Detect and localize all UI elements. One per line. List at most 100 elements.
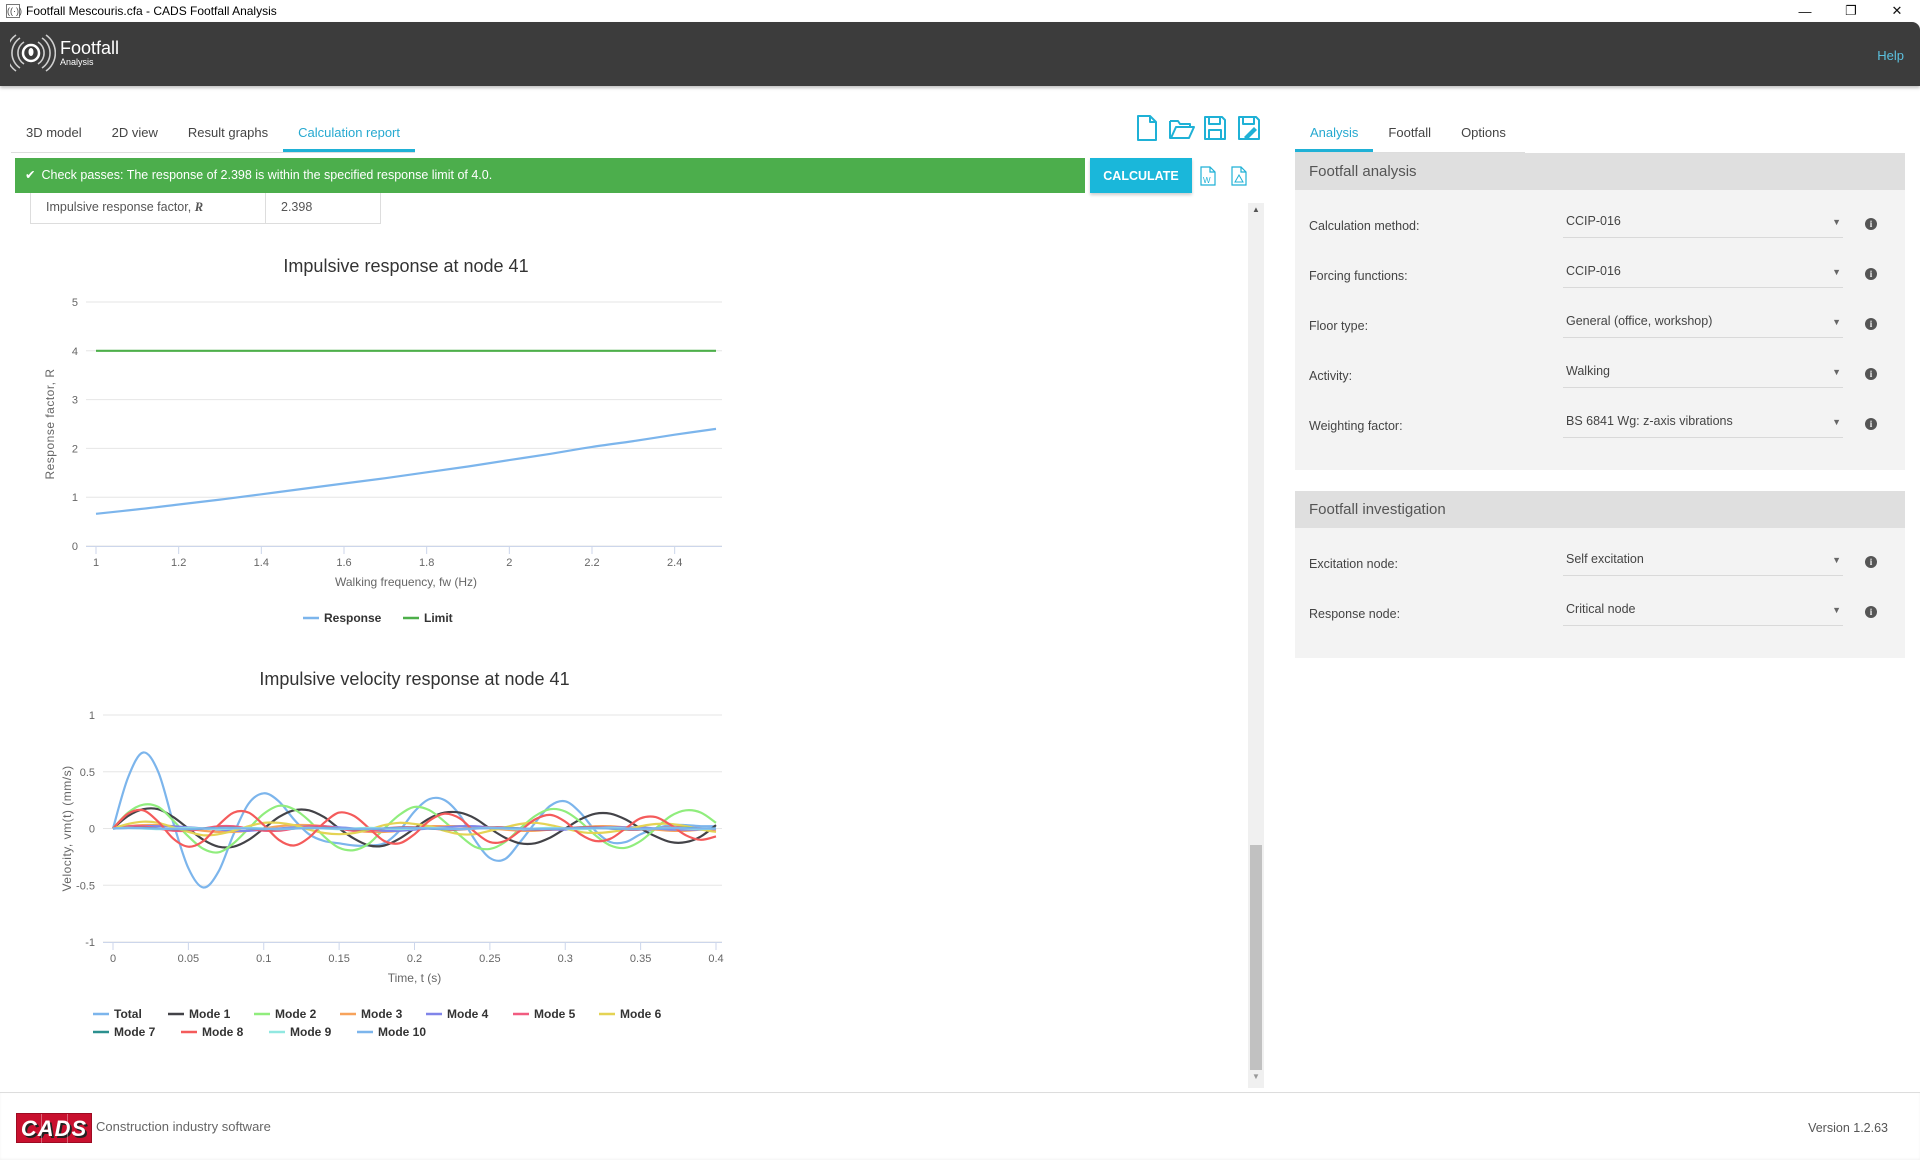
- tab-2d-view[interactable]: 2D view: [97, 122, 173, 152]
- close-button[interactable]: ✕: [1874, 0, 1920, 22]
- info-icon[interactable]: i: [1865, 218, 1877, 230]
- help-link[interactable]: Help: [1877, 48, 1904, 63]
- response-node-row: Response node: Critical node ▼ i: [1295, 590, 1905, 640]
- legend-item-mode-3: Mode 3: [361, 1007, 403, 1021]
- app-footer: CADS Construction industry software Vers…: [0, 1092, 1920, 1160]
- word-export-icon[interactable]: W: [1200, 166, 1216, 186]
- legend-item-mode-1: Mode 1: [189, 1007, 231, 1021]
- info-icon[interactable]: i: [1865, 556, 1877, 568]
- scroll-up-icon[interactable]: ▲: [1248, 205, 1264, 219]
- x-axis-label: Time, t (s): [388, 971, 442, 985]
- field-label: Response node:: [1309, 607, 1401, 621]
- main-tabs: 3D model 2D view Result graphs Calculati…: [11, 122, 415, 153]
- x-tick-label: 0: [110, 953, 116, 965]
- y-tick-label: 1: [72, 492, 78, 504]
- x-tick-label: 0.4: [708, 953, 723, 965]
- impulsive-velocity-chart: Impulsive velocity response at node 41 -1…: [60, 669, 724, 1039]
- tab-3d-model[interactable]: 3D model: [11, 122, 97, 152]
- x-tick-label: 0.35: [630, 953, 651, 965]
- dropdown-caret-icon: ▼: [1832, 217, 1841, 227]
- info-icon[interactable]: i: [1865, 268, 1877, 280]
- x-tick-label: 0.3: [558, 953, 573, 965]
- logo-subtitle: Analysis: [60, 57, 94, 67]
- scroll-thumb[interactable]: [1250, 845, 1262, 1070]
- settings-tabs: Analysis Footfall Options: [1295, 122, 1525, 153]
- calculation-method-select[interactable]: CCIP-016 ▼: [1563, 212, 1843, 238]
- tab-analysis[interactable]: Analysis: [1295, 122, 1374, 152]
- app-icon: ((·)): [6, 4, 22, 18]
- x-axis-label: Walking frequency, fw (Hz): [335, 575, 477, 589]
- tab-footfall[interactable]: Footfall: [1373, 122, 1446, 152]
- footer-tagline: Construction industry software: [96, 1119, 271, 1134]
- field-label: Weighting factor:: [1309, 419, 1403, 433]
- series-line-mode-10: [112, 827, 717, 830]
- tab-calculation-report[interactable]: Calculation report: [283, 122, 415, 152]
- response-factor-row: Impulsive response factor, R 2.398: [30, 193, 381, 224]
- activity-select[interactable]: Walking ▼: [1563, 362, 1843, 388]
- y-axis-label: Velocity, vm(t) (mm/s): [60, 765, 74, 891]
- panel-title: Footfall analysis: [1295, 153, 1905, 190]
- legend-item-limit: Limit: [424, 611, 453, 625]
- restore-button[interactable]: ❐: [1828, 0, 1874, 22]
- new-file-icon[interactable]: [1134, 114, 1160, 142]
- legend-item-mode-7: Mode 7: [114, 1025, 156, 1039]
- legend-item-total: Total: [114, 1007, 142, 1021]
- response-node-select[interactable]: Critical node ▼: [1563, 600, 1843, 626]
- open-folder-icon[interactable]: [1168, 114, 1195, 142]
- calculate-button[interactable]: CALCULATE: [1090, 158, 1192, 193]
- excitation-node-select[interactable]: Self excitation ▼: [1563, 550, 1843, 576]
- field-label: Activity:: [1309, 369, 1353, 383]
- response-factor-label: Impulsive response factor, R: [31, 193, 266, 223]
- x-tick-label: 2.2: [584, 557, 599, 569]
- field-label: Forcing functions:: [1309, 269, 1408, 283]
- legend-item-mode-5: Mode 5: [534, 1007, 576, 1021]
- x-tick-label: 1.2: [171, 557, 186, 569]
- x-tick-label: 2: [506, 557, 512, 569]
- floor-type-select[interactable]: General (office, workshop) ▼: [1563, 312, 1843, 338]
- minimize-button[interactable]: —: [1782, 0, 1828, 22]
- x-tick-label: 1.8: [419, 557, 434, 569]
- tab-options[interactable]: Options: [1446, 122, 1521, 152]
- legend-item-mode-9: Mode 9: [290, 1025, 332, 1039]
- check-status-banner: ✔ Check passes: The response of 2.398 is …: [15, 158, 1085, 193]
- footfall-investigation-panel: Footfall investigation Excitation node: …: [1295, 491, 1905, 658]
- legend-item-mode-6: Mode 6: [620, 1007, 662, 1021]
- scroll-down-icon[interactable]: ▼: [1248, 1072, 1264, 1086]
- x-tick-label: 0.25: [479, 953, 500, 965]
- y-tick-label: 3: [72, 395, 78, 407]
- info-icon[interactable]: i: [1865, 606, 1877, 618]
- y-tick-label: 4: [72, 346, 78, 358]
- dropdown-caret-icon: ▼: [1832, 367, 1841, 377]
- chart-title: Impulsive velocity response at node 41: [259, 669, 569, 689]
- info-icon[interactable]: i: [1865, 418, 1877, 430]
- y-tick-label: 0.5: [80, 767, 95, 779]
- y-tick-label: 0: [72, 541, 78, 553]
- info-icon[interactable]: i: [1865, 318, 1877, 330]
- window-title: Footfall Mescouris.cfa - CADS Footfall A…: [26, 4, 277, 18]
- x-tick-label: 0.2: [407, 953, 422, 965]
- save-icon[interactable]: [1202, 114, 1228, 142]
- field-label: Excitation node:: [1309, 557, 1398, 571]
- dropdown-caret-icon: ▼: [1832, 267, 1841, 277]
- response-factor-value: 2.398: [281, 200, 313, 214]
- forcing-functions-select[interactable]: CCIP-016 ▼: [1563, 262, 1843, 288]
- report-scrollbar[interactable]: ▲ ▼: [1248, 203, 1264, 1088]
- cads-logo: CADS: [16, 1113, 92, 1144]
- x-tick-label: 0.05: [178, 953, 199, 965]
- pdf-export-icon[interactable]: [1231, 166, 1247, 186]
- save-as-icon[interactable]: [1236, 114, 1262, 142]
- footfall-logo-icon: [10, 34, 56, 72]
- y-tick-label: -0.5: [76, 880, 95, 892]
- legend-item-response: Response: [324, 611, 382, 625]
- panel-title: Footfall investigation: [1295, 491, 1905, 528]
- info-icon[interactable]: i: [1865, 368, 1877, 380]
- y-tick-label: 5: [72, 297, 78, 309]
- dropdown-caret-icon: ▼: [1832, 555, 1841, 565]
- status-message: Check passes: The response of 2.398 is w…: [41, 168, 493, 182]
- weighting-factor-select[interactable]: BS 6841 Wg: z-axis vibrations ▼: [1563, 412, 1843, 438]
- x-tick-label: 1.4: [254, 557, 269, 569]
- y-tick-label: 2: [72, 443, 78, 455]
- logo-title: Footfall: [60, 38, 120, 58]
- tab-result-graphs[interactable]: Result graphs: [173, 122, 283, 152]
- app-header: Footfall Analysis Help: [0, 22, 1920, 86]
